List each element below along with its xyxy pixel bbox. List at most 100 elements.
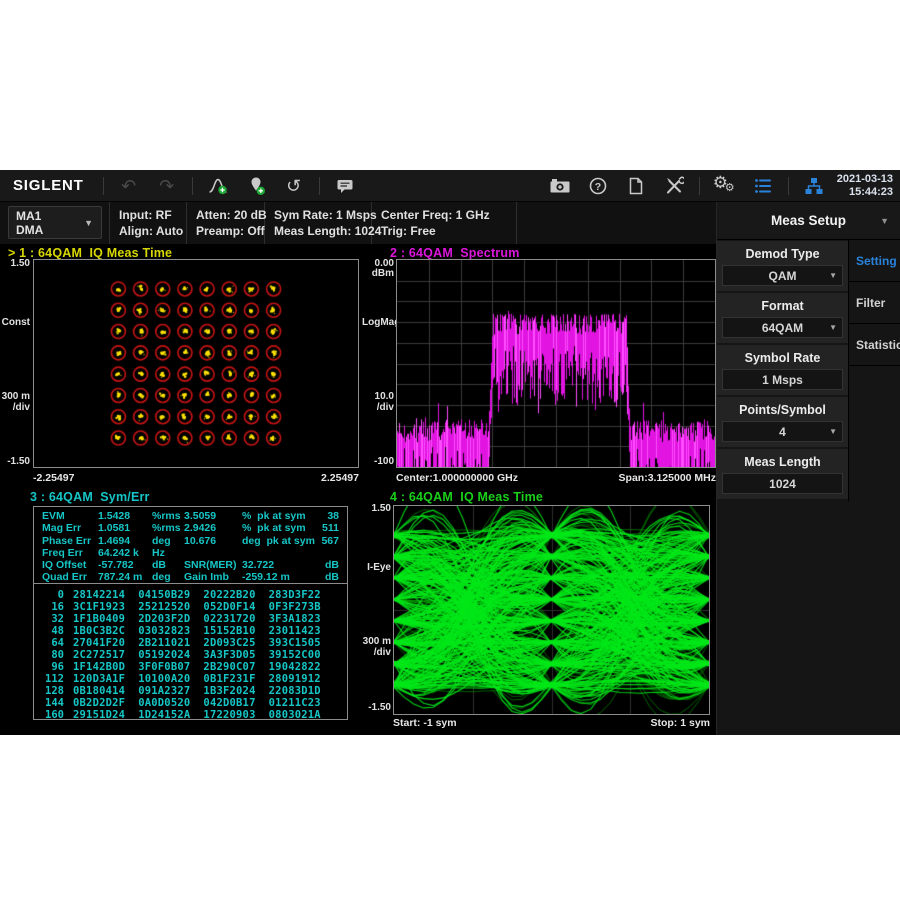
error-metrics-table: EVM1.5428%rms3.5059% pk at sym38Mag Err1… (33, 506, 348, 584)
symerr-cell: 10.676 (184, 535, 242, 547)
undo-icon[interactable]: ↶ (114, 173, 144, 199)
param-value[interactable]: 64QAM▼ (722, 317, 843, 338)
constellation-canvas[interactable] (34, 260, 358, 467)
eye-plot[interactable] (393, 505, 710, 715)
history-icon[interactable]: ↺ (279, 173, 309, 199)
center-freq-label: Center:1.000000000 GHz (396, 472, 518, 484)
symbol-hex: 1F1B0409 2D203F2D 02231720 3F3A1823 (73, 613, 321, 625)
symerr-cell: deg (152, 571, 184, 583)
param-label: Meas Length (717, 451, 848, 473)
chevron-down-icon: ▼ (84, 218, 93, 228)
scale-label: 10.0 (362, 391, 394, 402)
symbol-index: 48 (34, 625, 64, 637)
x-min-label: -2.25497 (33, 472, 74, 484)
scale-unit-label: /div (354, 647, 391, 658)
param-value-text: QAM (769, 269, 797, 283)
window-spectrum[interactable]: 2 : 64QAM Spectrum 0.00 dBm LogMag 10.0 … (380, 244, 716, 488)
symbol-hex: 3C1F1923 25212520 052D0F14 0F3F273B (73, 601, 321, 613)
toolbar-right-group: ? ⚙⚙ 2021-03-13 15:44:23 (541, 173, 900, 199)
symerr-cell: deg pk at sym (242, 535, 318, 547)
param-label: Demod Type (717, 243, 848, 265)
param-format[interactable]: Format64QAM▼ (717, 293, 848, 343)
param-value[interactable]: 1 Msps (722, 369, 843, 390)
chevron-down-icon: ▼ (880, 216, 889, 226)
symerr-cell: %rms (152, 510, 184, 522)
symbol-hex-table: 028142214 04150B29 20222B20 283D3F22163C… (33, 583, 348, 720)
param-value[interactable]: 1024 (722, 473, 843, 494)
symerr-row: Mag Err1.0581%rms2.9426% pk at sym511 (34, 522, 347, 534)
window-constellation[interactable]: > 1 : 64QAM IQ Meas Time 1.50 Const 300 … (0, 244, 380, 488)
symbol-hex: 27041F20 2B211021 2D093C25 393C1505 (73, 637, 321, 649)
param-demod-type[interactable]: Demod TypeQAM▼ (717, 241, 848, 291)
mode-line2: DMA (16, 223, 43, 237)
param-label: Format (717, 295, 848, 317)
status-text: Preamp: Off (196, 223, 264, 239)
symerr-cell: dB (152, 559, 184, 571)
symerr-cell: 1.0581 (98, 522, 152, 534)
camera-icon[interactable] (545, 173, 575, 199)
display-area: > 1 : 64QAM IQ Meas Time 1.50 Const 300 … (0, 244, 716, 735)
eye-canvas[interactable] (394, 506, 709, 714)
scale-unit-label: /div (0, 402, 30, 413)
param-points-symbol[interactable]: Points/Symbol4▼ (717, 397, 848, 447)
status-segment: Input: RFAlign: Auto (110, 202, 187, 244)
constellation-plot[interactable] (33, 259, 359, 468)
symerr-cell: 2.9426 (184, 522, 242, 534)
symerr-cell (184, 547, 242, 559)
symerr-row: Freq Err64.242 kHz (34, 547, 347, 559)
symerr-cell: IQ Offset (42, 559, 98, 571)
symbol-index: 160 (34, 709, 64, 720)
symbol-table-row: 1440B2D2D2F 0A0D0520 042D0B17 01211C23 (34, 697, 347, 709)
symerr-cell: 32.722 (242, 559, 318, 571)
window-symerr[interactable]: 3 : 64QAM Sym/Err EVM1.5428%rms3.5059% p… (0, 488, 380, 735)
tab-filter[interactable]: Filter (849, 282, 900, 324)
y-max-label: 1.50 (354, 503, 391, 514)
chevron-down-icon: ▼ (829, 323, 837, 332)
param-value[interactable]: 4▼ (722, 421, 843, 442)
param-list: Demod TypeQAM▼Format64QAM▼Symbol Rate1 M… (717, 240, 848, 501)
help-icon[interactable]: ? (583, 173, 613, 199)
status-segment: Atten: 20 dBPreamp: Off (187, 202, 265, 244)
redo-icon[interactable]: ↷ (152, 173, 182, 199)
meas-setup-title: Meas Setup (771, 213, 846, 228)
tab-statistic[interactable]: Statistic (849, 324, 900, 366)
mode-cell: MA1 DMA ▼ (0, 202, 110, 244)
param-symbol-rate[interactable]: Symbol Rate1 Msps (717, 345, 848, 395)
symbol-hex: 1B0C3B2C 03032823 15152B10 23011423 (73, 625, 321, 637)
symbol-hex: 1F142B0D 3F0F0B07 2B290C07 19042822 (73, 661, 321, 673)
comment-icon[interactable] (330, 173, 360, 199)
marker-add-icon[interactable] (241, 173, 271, 199)
span-label: Span:3.125000 MHz (619, 472, 716, 484)
symbol-table-row: 64 27041F20 2B211021 2D093C25 393C1505 (34, 637, 347, 649)
window-eye[interactable]: 4 : 64QAM IQ Meas Time 1.50 I-Eye 300 m … (380, 488, 716, 735)
settings-gear-icon[interactable]: ⚙⚙ (710, 173, 740, 199)
symbol-index: 16 (34, 601, 64, 613)
symerr-cell: dB (318, 571, 339, 583)
tab-setting[interactable]: Setting (849, 240, 900, 282)
meas-setup-header[interactable]: Meas Setup ▼ (717, 202, 900, 240)
status-text: Center Freq: 1 GHz (381, 207, 516, 223)
list-icon[interactable] (748, 173, 778, 199)
spectrum-canvas[interactable] (397, 260, 715, 467)
window3-title: 3 : 64QAM Sym/Err (30, 490, 150, 504)
status-text: Sym Rate: 1 Msps (274, 207, 371, 223)
x-max-label: 2.25497 (321, 472, 359, 484)
symbol-index: 144 (34, 697, 64, 709)
status-text: Trig: Free (381, 223, 516, 239)
param-meas-length[interactable]: Meas Length1024 (717, 449, 848, 499)
trace-label: LogMag (362, 317, 394, 328)
scale-unit-label: /div (362, 402, 394, 413)
param-value[interactable]: QAM▼ (722, 265, 843, 286)
symerr-cell (242, 547, 318, 559)
window2-title: 2 : 64QAM Spectrum (390, 246, 520, 260)
param-value-text: 4 (779, 425, 786, 439)
network-icon[interactable] (799, 173, 829, 199)
tools-icon[interactable] (659, 173, 689, 199)
peak-add-icon[interactable] (203, 173, 233, 199)
symerr-cell: 1.5428 (98, 510, 152, 522)
mode-select[interactable]: MA1 DMA ▼ (8, 206, 102, 239)
spectrum-plot[interactable] (396, 259, 716, 468)
file-icon[interactable] (621, 173, 651, 199)
symbol-index: 64 (34, 637, 64, 649)
symerr-cell: 511 (318, 522, 339, 534)
